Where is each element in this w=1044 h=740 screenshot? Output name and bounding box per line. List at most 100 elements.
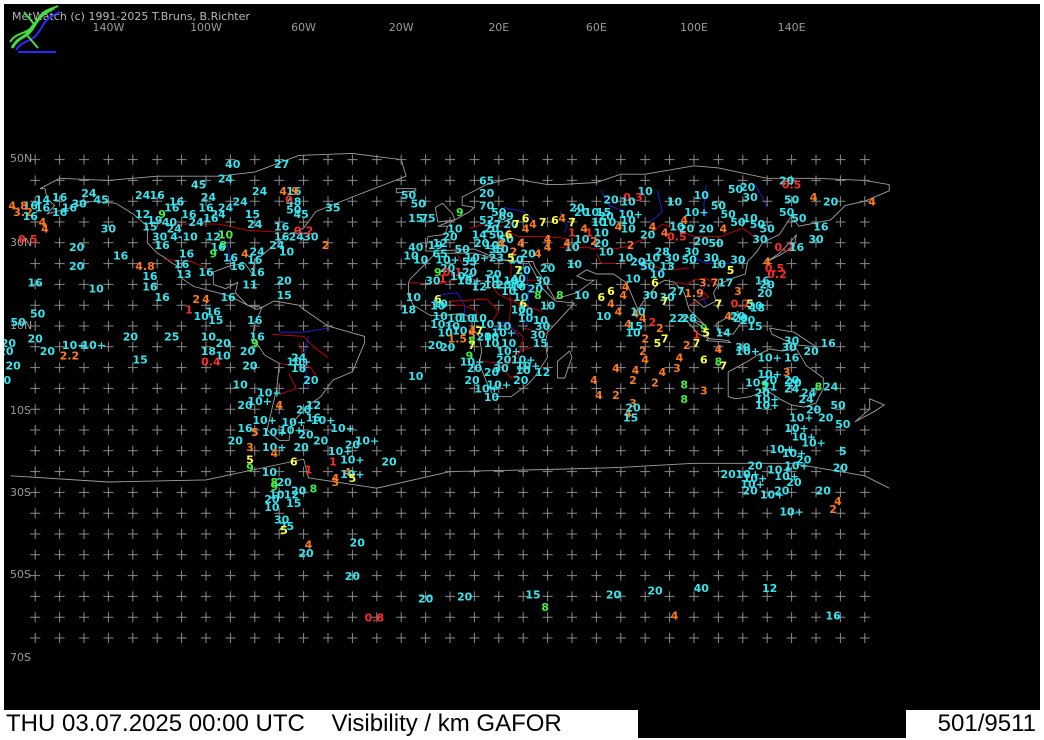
grid-cross — [518, 445, 529, 456]
visibility-value: 10 — [201, 331, 217, 344]
visibility-value: 10 — [711, 258, 727, 271]
grid-cross — [445, 549, 455, 560]
visibility-value: 4 — [658, 366, 666, 379]
visibility-value: 20 — [479, 187, 495, 200]
grid-cross — [518, 612, 529, 623]
grid-cross — [615, 341, 626, 352]
visibility-value: 11 — [242, 279, 257, 292]
grid-cross — [54, 529, 65, 539]
visibility-map[interactable]: 140W 100W 60W 20W 20E 60E 100E 140E 50N 30N 10N 10S… — [4, 4, 1040, 710]
grid-cross — [176, 529, 187, 539]
grid-cross — [127, 508, 138, 519]
visibility-value: 4 — [719, 222, 727, 235]
visibility-value: 10 — [574, 289, 590, 302]
grid-cross — [79, 217, 89, 227]
grid-cross — [469, 508, 480, 519]
visibility-value: 10 — [513, 291, 529, 304]
grid-cross — [225, 425, 236, 435]
grid-cross — [396, 508, 407, 519]
visibility-value: 4 — [715, 343, 723, 356]
grid-cross — [859, 612, 870, 623]
grid-cross — [469, 612, 480, 623]
visibility-value: 20 — [418, 593, 434, 606]
grid-cross — [396, 383, 407, 394]
grid-cross — [396, 591, 407, 602]
grid-cross — [298, 175, 309, 186]
visibility-value: 5 — [507, 252, 515, 265]
visibility-value: 4 — [558, 212, 566, 225]
grid-cross — [591, 570, 602, 581]
visibility-value: 10 — [484, 279, 500, 292]
visibility-value: 6 — [651, 277, 659, 290]
grid-cross — [445, 154, 455, 165]
visibility-value: 10 — [406, 291, 422, 304]
grid-cross — [713, 591, 724, 602]
visibility-value: 20 — [484, 366, 500, 379]
grid-cross — [103, 549, 114, 560]
grid-cross — [811, 633, 821, 643]
grid-cross — [859, 341, 870, 352]
grid-cross — [79, 362, 89, 373]
grid-cross — [103, 425, 114, 435]
visibility-value: 50 — [30, 308, 46, 321]
grid-cross — [323, 217, 333, 227]
grid-cross — [30, 175, 41, 186]
grid-cross — [79, 570, 89, 581]
grid-cross — [127, 404, 138, 415]
grid-cross — [542, 445, 553, 456]
grid-cross — [54, 425, 65, 435]
grid-cross — [347, 154, 358, 165]
visibility-value: 0.5 — [782, 179, 802, 192]
visibility-value: 4 — [544, 241, 552, 254]
visibility-value: 4 — [676, 351, 684, 364]
grid-cross — [518, 404, 529, 415]
visibility-value: 20 — [381, 455, 397, 468]
grid-cross — [493, 466, 504, 477]
visibility-value: 4 — [202, 293, 210, 306]
grid-cross — [469, 175, 480, 186]
visibility-value: 4 — [590, 374, 598, 387]
grid-cross — [79, 612, 89, 623]
grid-cross — [298, 258, 309, 269]
visibility-value: 20 — [606, 589, 622, 602]
visibility-value: 20 — [294, 441, 310, 454]
grid-cross — [420, 633, 431, 643]
visibility-value: 1 — [305, 464, 313, 477]
grid-cross — [176, 549, 187, 560]
grid-cross — [249, 529, 260, 539]
grid-cross — [689, 175, 699, 186]
grid-cross — [420, 425, 431, 435]
visibility-value: 16 — [174, 258, 190, 271]
grid-cross — [323, 549, 333, 560]
grid-cross — [689, 612, 699, 623]
visibility-value: 15 — [623, 412, 638, 425]
grid-cross — [811, 612, 821, 623]
grid-cross — [54, 591, 65, 602]
grid-cross — [859, 175, 870, 186]
grid-cross — [542, 404, 553, 415]
grid-cross — [762, 612, 773, 623]
visibility-value: 20 — [569, 202, 585, 215]
grid-cross — [469, 549, 480, 560]
grid-cross — [591, 612, 602, 623]
visibility-value: 5 — [702, 326, 710, 339]
grid-cross — [445, 633, 455, 643]
grid-cross — [591, 196, 602, 207]
grid-cross — [54, 383, 65, 394]
grid-cross — [737, 508, 748, 519]
grid-cross — [689, 154, 699, 165]
grid-cross — [152, 362, 163, 373]
grid-cross — [371, 196, 382, 207]
grid-cross — [420, 466, 431, 477]
grid-cross — [420, 321, 431, 331]
visibility-value: 4 — [612, 362, 620, 375]
grid-cross — [201, 445, 211, 456]
visibility-value: 10 — [599, 245, 615, 258]
status-footer: THU 03.07.2025 00:00 UTC Visibility / km… — [4, 710, 1040, 740]
visibility-value: 20 — [818, 412, 834, 425]
visibility-value: 7 — [539, 216, 547, 229]
visibility-value: 1 — [329, 455, 337, 468]
grid-cross — [176, 466, 187, 477]
visibility-value: 27 — [274, 158, 289, 171]
grid-cross — [79, 529, 89, 539]
